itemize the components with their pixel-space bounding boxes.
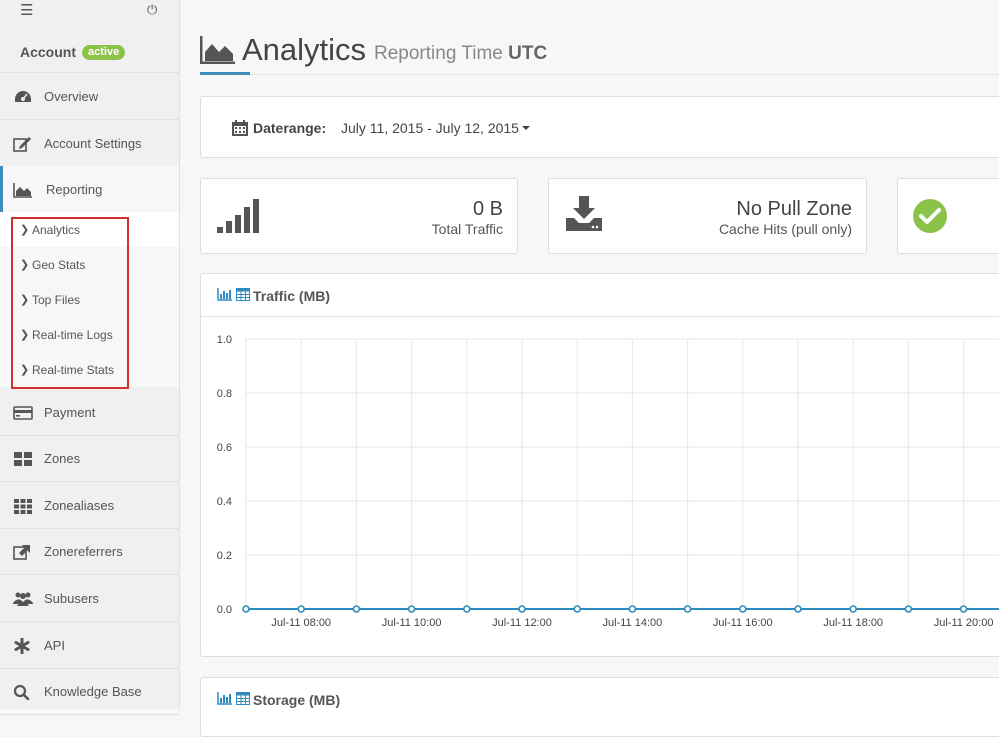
data-point [518,605,526,613]
external-link-icon [13,544,33,560]
data-point [462,605,471,613]
sidebar-item-reporting[interactable]: Reporting [0,166,179,213]
panel-title: Traffic (MB) [253,288,330,304]
status-badge: active [82,45,126,60]
stat-value: 0 B [472,198,503,220]
page-subtitle: Reporting Time UTC [374,43,547,65]
search-icon [13,684,33,701]
panel-header: Storage (MB) [201,678,999,720]
sidebar-item-zones[interactable]: Zones [0,435,179,482]
area-chart-icon [13,182,33,198]
data-point [297,605,305,613]
x-tick-label: Jul-11 18:00 [823,617,883,629]
data-point [242,605,250,613]
storage-panel: Storage (MB) [200,677,999,737]
grid-small-icon [13,498,33,514]
sidebar-item-label: Zones [44,451,81,466]
bar-chart-icon[interactable] [217,288,233,306]
stat-label: Total Traffic [431,221,503,237]
sidebar-top: ☰ ⏻ [0,0,179,28]
daterange-label: Daterange: [253,120,327,136]
users-icon [13,591,33,607]
caret-down-icon[interactable] [522,126,530,130]
data-point [352,605,361,613]
main-content: Analytics Reporting Time UTC Daterange: … [179,0,999,737]
check-circle-icon [913,199,947,238]
daterange-panel: Daterange: July 11, 2015 - July 12, 2015 [200,96,999,158]
title-divider [200,74,999,75]
subtitle-prefix: Reporting Time [374,43,503,64]
sidebar-item-subusers[interactable]: Subusers [0,575,179,622]
dashboard-icon [13,89,33,105]
y-tick-label: 0.4 [217,496,232,508]
sidebar-item-label: Zonereferrers [44,544,123,559]
sidebar-item-payment[interactable]: Payment [0,389,179,436]
x-tick-label: Jul-11 20:00 [934,617,994,629]
power-icon[interactable]: ⏻ [147,2,157,18]
daterange-dropdown[interactable]: July 11, 2015 - July 12, 2015 [341,120,519,136]
data-point [849,605,858,613]
title-accent [200,72,250,75]
sidebar-item-label: Reporting [46,182,103,197]
menu-icon[interactable]: ☰ [20,1,33,19]
data-point [683,605,692,613]
timezone-label: UTC [508,43,548,64]
sidebar-item-label: Overview [44,89,99,104]
traffic-panel: Traffic (MB) 0.0 0.2 0.4 0.6 0.8 1.0 Jul-11 08… [200,273,999,657]
asterisk-icon [13,637,33,655]
x-tick-label: Jul-11 08:00 [271,617,331,629]
sidebar-item-zonealiases[interactable]: Zonealiases [0,482,179,529]
calendar-icon [231,119,249,142]
stat-status [897,178,999,254]
stat-cache-hits: No Pull Zone Cache Hits (pull only) [548,178,867,254]
highlight-box [11,217,129,389]
data-point [794,605,802,613]
download-icon [565,196,603,237]
table-icon[interactable] [236,288,250,306]
x-tick-label: Jul-11 14:00 [603,617,663,629]
sidebar-item-account-settings[interactable]: Account Settings [0,120,179,167]
x-tick-label: Jul-11 10:00 [382,617,442,629]
panel-header: Traffic (MB) [201,274,999,317]
traffic-chart: 0.0 0.2 0.4 0.6 0.8 1.0 Jul-11 08:00 Jul-11 10:… [217,334,999,629]
grid-large-icon [13,451,33,467]
credit-card-icon [13,405,33,421]
sidebar-item-label: Subusers [44,591,99,606]
y-tick-label: 0.2 [217,550,232,562]
data-point [959,605,968,613]
sidebar-item-zonereferrers[interactable]: Zonereferrers [0,528,179,575]
data-point [904,605,913,613]
data-point [407,605,416,613]
sidebar-item-api[interactable]: API [0,622,179,669]
y-tick-label: 0.0 [217,604,232,616]
edit-icon [13,136,33,152]
data-point [573,605,582,613]
y-tick-label: 1.0 [217,334,232,346]
sidebar-item-label: API [44,638,65,653]
page-title: Analytics [242,32,367,67]
table-icon[interactable] [236,692,250,710]
y-tick-label: 0.8 [217,388,232,400]
area-chart-icon [199,36,236,69]
sidebar-item-label: Account Settings [44,136,142,151]
sidebar-item-label: Payment [44,405,96,420]
bar-chart-icon[interactable] [217,692,233,710]
account-label: Account [20,44,76,60]
account-header: Account active [0,28,179,73]
sidebar-item-label: Knowledge Base [44,684,142,699]
x-tick-label: Jul-11 12:00 [492,617,552,629]
panel-title: Storage (MB) [253,692,341,708]
stat-value: No Pull Zone [736,198,852,220]
sidebar: ☰ ⏻ Account active Overview Account Sett… [0,0,180,715]
stat-total-traffic: 0 B Total Traffic [200,178,518,254]
stat-label: Cache Hits (pull only) [718,221,852,237]
sidebar-item-knowledge-base[interactable]: Knowledge Base [0,668,179,715]
data-point [628,605,637,613]
signal-bars-icon [217,199,259,240]
data-point [738,605,747,613]
y-tick-label: 0.6 [217,442,232,454]
x-tick-label: Jul-11 16:00 [713,617,773,629]
sidebar-item-label: Zonealiases [44,498,115,513]
sidebar-item-overview[interactable]: Overview [0,73,179,120]
